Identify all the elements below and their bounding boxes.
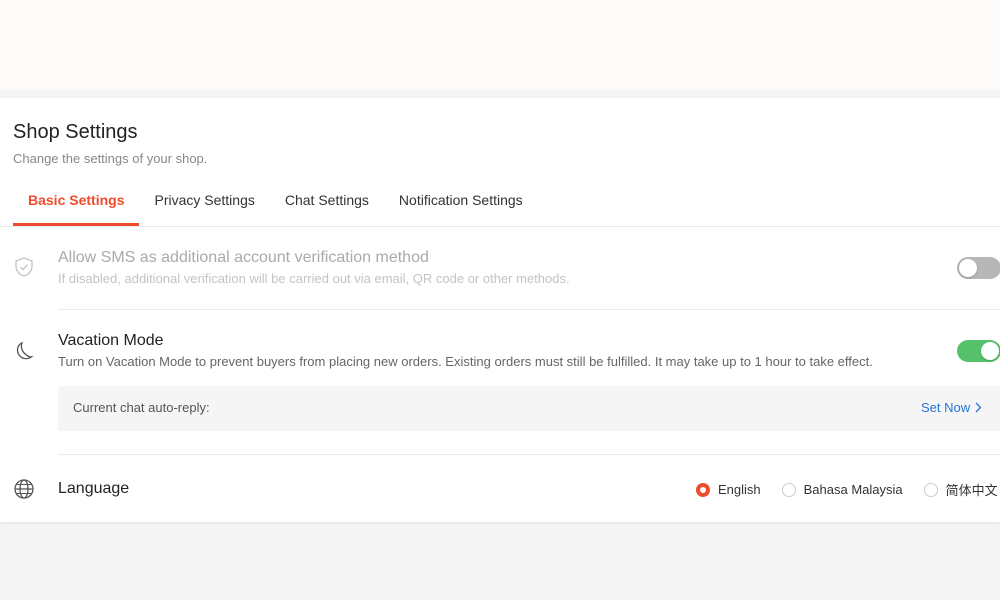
language-option-label: English — [718, 482, 761, 497]
chevron-right-icon — [975, 402, 982, 413]
sms-verification-toggle[interactable] — [957, 257, 1000, 279]
chat-auto-reply-box: Current chat auto-reply: Set Now — [58, 386, 1000, 431]
language-option-simplified-chinese[interactable]: 简体中文 — [923, 480, 998, 499]
sms-setting-title: Allow SMS as additional account verifica… — [58, 249, 429, 266]
set-now-label: Set Now — [921, 400, 971, 415]
toggle-knob — [981, 342, 999, 360]
vacation-mode-title: Vacation Mode — [58, 332, 164, 349]
radio-dot — [923, 482, 938, 497]
moon-icon — [16, 341, 34, 360]
radio-dot — [781, 482, 796, 497]
tab-privacy-settings[interactable]: Privacy Settings — [139, 184, 269, 226]
globe-icon — [14, 479, 34, 499]
tab-notification-settings[interactable]: Notification Settings — [384, 184, 538, 226]
tab-basic-settings[interactable]: Basic Settings — [13, 184, 140, 226]
toggle-knob — [959, 259, 977, 277]
set-now-link[interactable]: Set Now — [921, 400, 982, 415]
shield-check-icon — [15, 257, 33, 277]
tab-chat-settings[interactable]: Chat Settings — [270, 184, 384, 226]
sms-setting-description: If disabled, additional verification wil… — [58, 271, 570, 286]
language-title: Language — [58, 480, 130, 497]
language-option-bahasa-malaysia[interactable]: Bahasa Malaysia — [781, 482, 903, 497]
shop-settings-card: Shop Settings Change the settings of you… — [0, 98, 1000, 522]
top-header-band — [0, 0, 1000, 90]
tabs-divider — [0, 226, 1000, 227]
row-divider — [58, 454, 1000, 455]
language-option-label: 简体中文 — [945, 483, 998, 498]
language-option-english[interactable]: English — [696, 482, 761, 497]
vacation-mode-description: Turn on Vacation Mode to prevent buyers … — [58, 354, 873, 369]
language-option-label: Bahasa Malaysia — [803, 482, 903, 497]
language-radio-group: English Bahasa Malaysia 简体中文 — [696, 480, 1000, 499]
vacation-mode-toggle[interactable] — [957, 340, 1000, 362]
radio-dot — [696, 482, 710, 497]
page-subtitle: Change the settings of your shop. — [13, 151, 208, 166]
row-divider — [58, 309, 1000, 310]
settings-tabs: Basic Settings Privacy Settings Chat Set… — [13, 184, 538, 226]
page-title: Shop Settings — [13, 121, 138, 143]
auto-reply-label: Current chat auto-reply: — [73, 400, 210, 415]
